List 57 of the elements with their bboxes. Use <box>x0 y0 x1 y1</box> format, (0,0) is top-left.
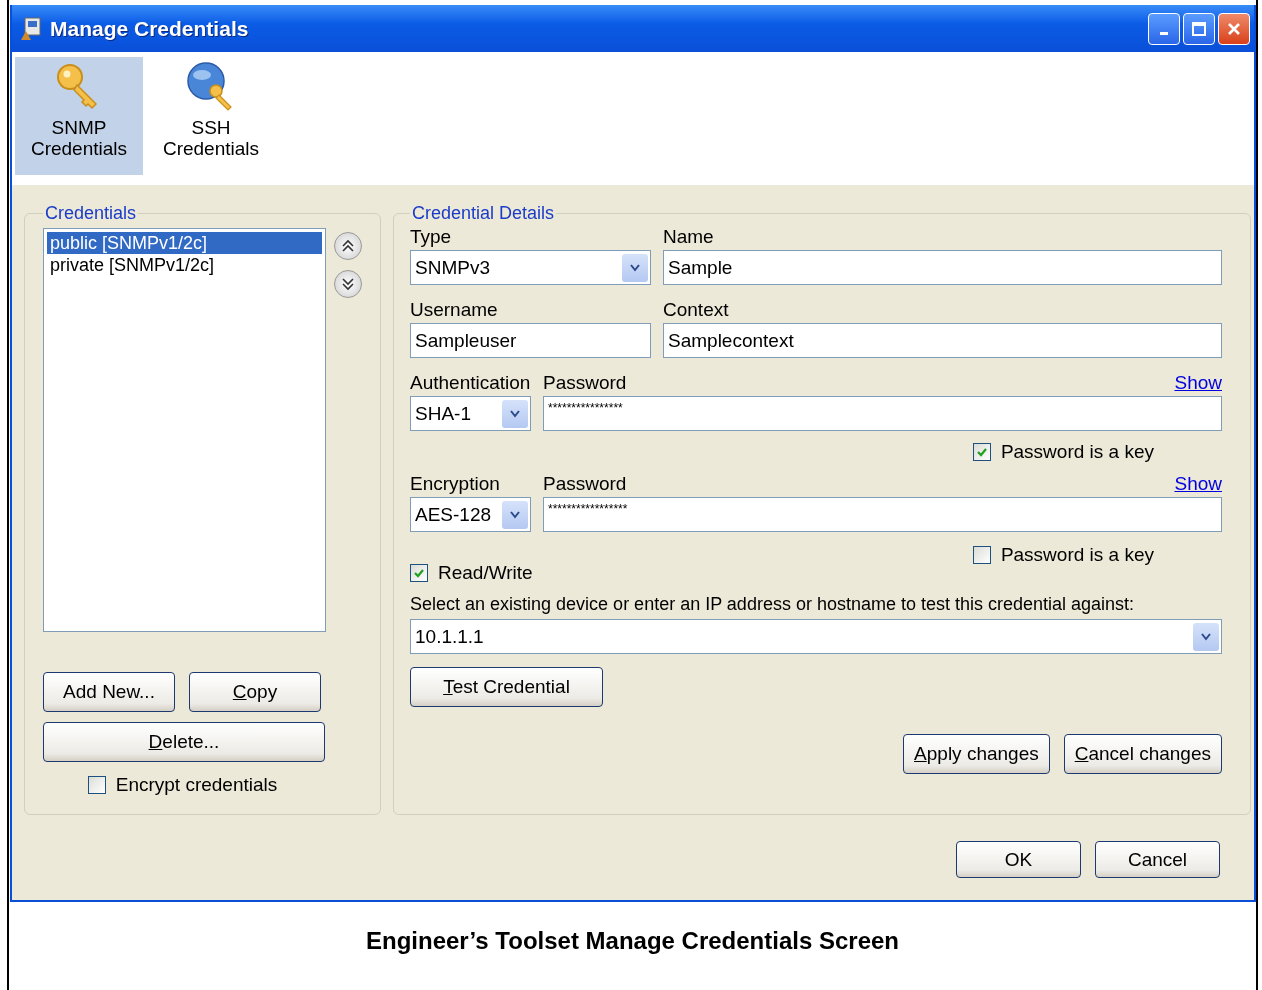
group-title: Credentials <box>44 203 138 224</box>
move-up-button[interactable] <box>334 232 362 260</box>
field-label: Type <box>410 226 453 248</box>
list-item[interactable]: private [SNMPv1/2c] <box>47 254 322 276</box>
field-label: Name <box>663 226 715 248</box>
algorithm-dropdown[interactable]: SHA-1 <box>410 396 531 431</box>
show-link[interactable]: Show <box>1174 473 1222 495</box>
minimize-icon <box>1160 32 1168 35</box>
field-label: Password <box>543 473 627 495</box>
name-field[interactable]: Sample <box>663 250 1222 285</box>
action-button[interactable]: Apply changes <box>903 734 1050 774</box>
group-title: Credential Details <box>411 203 556 224</box>
figure-caption: Engineer’s Toolset Manage Credentials Screen <box>364 927 901 955</box>
checkbox-label: Password is a key <box>1000 544 1154 566</box>
field-label: Username <box>410 299 499 321</box>
checkbox[interactable] <box>87 776 106 794</box>
field-label: Authentication <box>410 372 531 394</box>
toolbar-tab[interactable]: SSH Credentials <box>147 57 275 175</box>
instruction-text: Select an existing device or enter an IP address or hostname to test this credential against: <box>410 594 1136 615</box>
close-icon <box>1226 20 1242 37</box>
move-down-button[interactable] <box>334 270 362 298</box>
type-dropdown[interactable]: SNMPv3 <box>410 250 651 285</box>
action-button[interactable]: Copy <box>189 672 321 712</box>
list-item[interactable]: public [SNMPv1/2c] <box>47 232 322 254</box>
checkbox[interactable] <box>410 564 428 582</box>
window-title: Manage Credentials <box>50 16 249 41</box>
toolbar-tab[interactable]: SNMP Credentials <box>15 57 143 175</box>
context-field[interactable]: Samplecontext <box>663 323 1222 358</box>
checkbox-label: Password is a key <box>1000 441 1154 463</box>
password-field[interactable]: **************** <box>543 396 1222 431</box>
action-button[interactable]: Delete... <box>43 722 325 762</box>
checkbox[interactable] <box>972 443 991 461</box>
field-label: Password <box>543 372 627 394</box>
show-link[interactable]: Show <box>1174 372 1222 394</box>
algorithm-dropdown[interactable]: AES-128 <box>410 497 531 532</box>
double-chevron-up-icon <box>341 239 355 253</box>
password-field[interactable]: ***************** <box>543 497 1222 532</box>
check-icon <box>975 446 988 458</box>
test-credential-button[interactable]: Test Credential <box>410 667 603 707</box>
field-label: Encryption <box>410 473 501 495</box>
minimize-button[interactable] <box>1148 12 1180 45</box>
device-combobox[interactable]: 10.1.1.1 <box>410 619 1222 654</box>
field-label: Context <box>663 299 730 321</box>
check-icon <box>413 567 425 579</box>
checkbox-label: Encrypt credentials <box>115 774 278 796</box>
action-button[interactable]: Cancel changes <box>1063 734 1222 774</box>
maximize-button[interactable] <box>1183 12 1215 45</box>
maximize-icon <box>1191 20 1207 37</box>
checkbox-label: Read/Write <box>438 562 533 584</box>
checkbox[interactable] <box>972 546 991 564</box>
dialog-button[interactable]: Cancel <box>1095 841 1220 878</box>
double-chevron-down-icon <box>341 277 355 291</box>
close-button[interactable] <box>1218 12 1250 45</box>
app-icon <box>20 16 42 41</box>
username-field[interactable]: Sampleuser <box>410 323 651 358</box>
dialog-button[interactable]: OK <box>956 841 1081 878</box>
action-button[interactable]: Add New... <box>43 672 175 712</box>
